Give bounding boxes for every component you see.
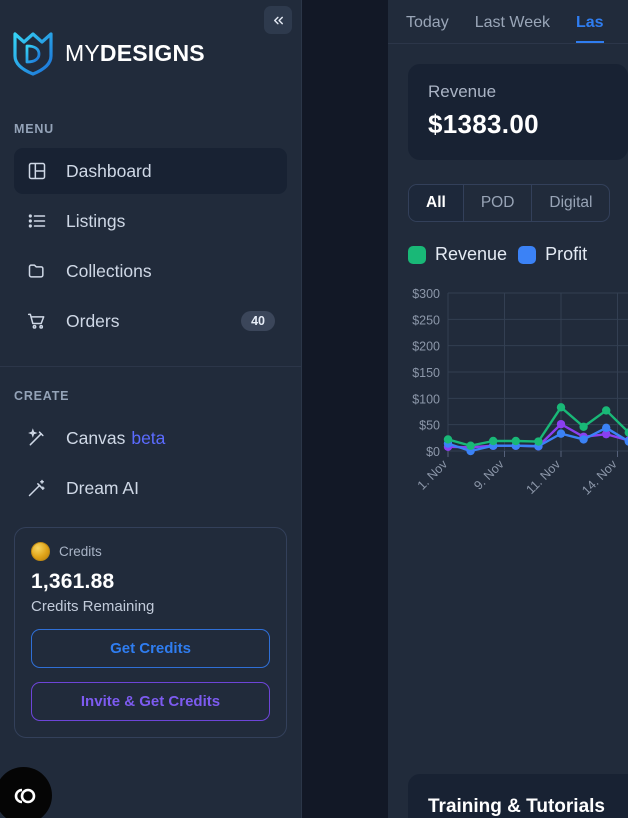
- main-nav: Dashboard Listings Collections Orders 40: [0, 148, 301, 344]
- chart-legend: Revenue Profit: [408, 244, 628, 265]
- credits-subtitle: Credits Remaining: [31, 598, 155, 615]
- brand-text-bold: DESIGNS: [99, 39, 205, 66]
- product-type-filter: All POD Digital: [408, 184, 611, 222]
- legend-label: Revenue: [435, 244, 508, 264]
- period-tabs: Today Last Week Las: [388, 0, 628, 44]
- canvas-beta-tag: beta: [131, 427, 166, 448]
- sidebar-item-listings[interactable]: Listings: [14, 198, 287, 244]
- credits-card: Credits 1,361.88 Credits Remaining Get C…: [14, 527, 287, 738]
- background-gap: [302, 0, 388, 818]
- sidebar-item-label: Collections: [66, 260, 152, 281]
- svg-text:14. Nov: 14. Nov: [579, 457, 620, 498]
- legend-item-revenue[interactable]: Revenue: [408, 244, 507, 265]
- chart-svg: $0 $50 $100 $150 $200 $250 $300 1. Nov 9. Nov 11.…: [412, 287, 628, 498]
- filter-digital-button[interactable]: Digital: [532, 185, 609, 221]
- legend-item-profit[interactable]: Profit: [518, 244, 587, 265]
- svg-text:$100: $100: [412, 392, 440, 406]
- svg-text:$150: $150: [412, 366, 440, 380]
- sidebar-item-canvas[interactable]: Canvas beta: [14, 415, 287, 461]
- co-chat-widget-button[interactable]: [0, 767, 52, 818]
- sidebar-item-label: Orders: [66, 310, 120, 331]
- legend-swatch-profit: [518, 245, 537, 264]
- credits-value: 1,361.88: [31, 570, 115, 593]
- brand-text: MYDESIGNS: [65, 40, 205, 67]
- svg-text:1. Nov: 1. Nov: [415, 457, 451, 493]
- legend-swatch-revenue: [408, 245, 426, 264]
- sidebar-item-dream-ai[interactable]: Dream AI: [14, 465, 287, 511]
- layout-dashboard-icon: [26, 160, 48, 182]
- training-tutorials-title: Training & Tutorials: [428, 796, 605, 817]
- filter-pod-button[interactable]: POD: [464, 185, 533, 221]
- revenue-card: Revenue $1383.00: [408, 64, 628, 160]
- training-tutorials-card[interactable]: Training & Tutorials: [408, 774, 628, 818]
- co-icon: [14, 788, 35, 803]
- sidebar-item-collections[interactable]: Collections: [14, 248, 287, 294]
- legend-label: Profit: [545, 244, 588, 264]
- sidebar-divider: [0, 366, 301, 367]
- filter-all-button[interactable]: All: [409, 185, 464, 221]
- shopping-cart-icon: [26, 310, 48, 332]
- sidebar-item-label: Dashboard: [66, 160, 152, 181]
- canvas-label: Canvas: [66, 427, 126, 448]
- credits-header: Credits: [31, 542, 270, 561]
- sidebar: MYDESIGNS MENU Dashboard Listings Collec…: [0, 0, 302, 818]
- magic-wand-icon: [26, 427, 48, 449]
- tab-today[interactable]: Today: [406, 14, 449, 43]
- brand-text-light: MY: [65, 39, 100, 66]
- sidebar-item-orders[interactable]: Orders 40: [14, 298, 287, 344]
- revenue-title: Revenue: [428, 82, 497, 101]
- revenue-value: $1383.00: [428, 109, 539, 139]
- create-nav: Canvas beta Dream AI: [0, 415, 301, 511]
- coin-icon: [31, 542, 50, 561]
- svg-text:$50: $50: [419, 419, 440, 433]
- app-root: MYDESIGNS MENU Dashboard Listings Collec…: [0, 0, 628, 818]
- create-section-label: CREATE: [14, 389, 70, 403]
- sidebar-item-label: Listings: [66, 210, 126, 231]
- svg-text:11. Nov: 11. Nov: [523, 457, 563, 497]
- tab-last-week[interactable]: Last Week: [475, 14, 550, 43]
- sidebar-collapse-button[interactable]: [264, 6, 292, 34]
- sparkle-wand-icon: [26, 477, 48, 499]
- menu-section-label: MENU: [14, 122, 55, 136]
- svg-text:$200: $200: [412, 340, 440, 354]
- brand[interactable]: MYDESIGNS: [0, 0, 301, 76]
- svg-text:$300: $300: [412, 287, 440, 301]
- folder-icon: [26, 260, 48, 282]
- revenue-profit-chart[interactable]: $0 $50 $100 $150 $200 $250 $300 1. Nov 9. Nov 11.…: [396, 279, 628, 529]
- tab-last-month[interactable]: Las: [576, 14, 604, 43]
- svg-text:$0: $0: [426, 445, 440, 459]
- get-credits-button[interactable]: Get Credits: [31, 629, 270, 668]
- sidebar-item-label: Canvas beta: [66, 428, 275, 449]
- list-icon: [26, 210, 48, 232]
- svg-text:9. Nov: 9. Nov: [471, 457, 507, 493]
- mydesigns-shield-logo: [13, 32, 53, 76]
- invite-get-credits-button[interactable]: Invite & Get Credits: [31, 682, 270, 721]
- main-content: Today Last Week Las Revenue $1383.00 All…: [388, 0, 628, 818]
- chevrons-left-icon: [273, 16, 283, 24]
- svg-text:$250: $250: [412, 313, 440, 327]
- sidebar-item-label: Dream AI: [66, 477, 139, 498]
- orders-count-badge: 40: [241, 311, 275, 331]
- sidebar-item-dashboard[interactable]: Dashboard: [14, 148, 287, 194]
- credits-label: Credits: [59, 544, 102, 559]
